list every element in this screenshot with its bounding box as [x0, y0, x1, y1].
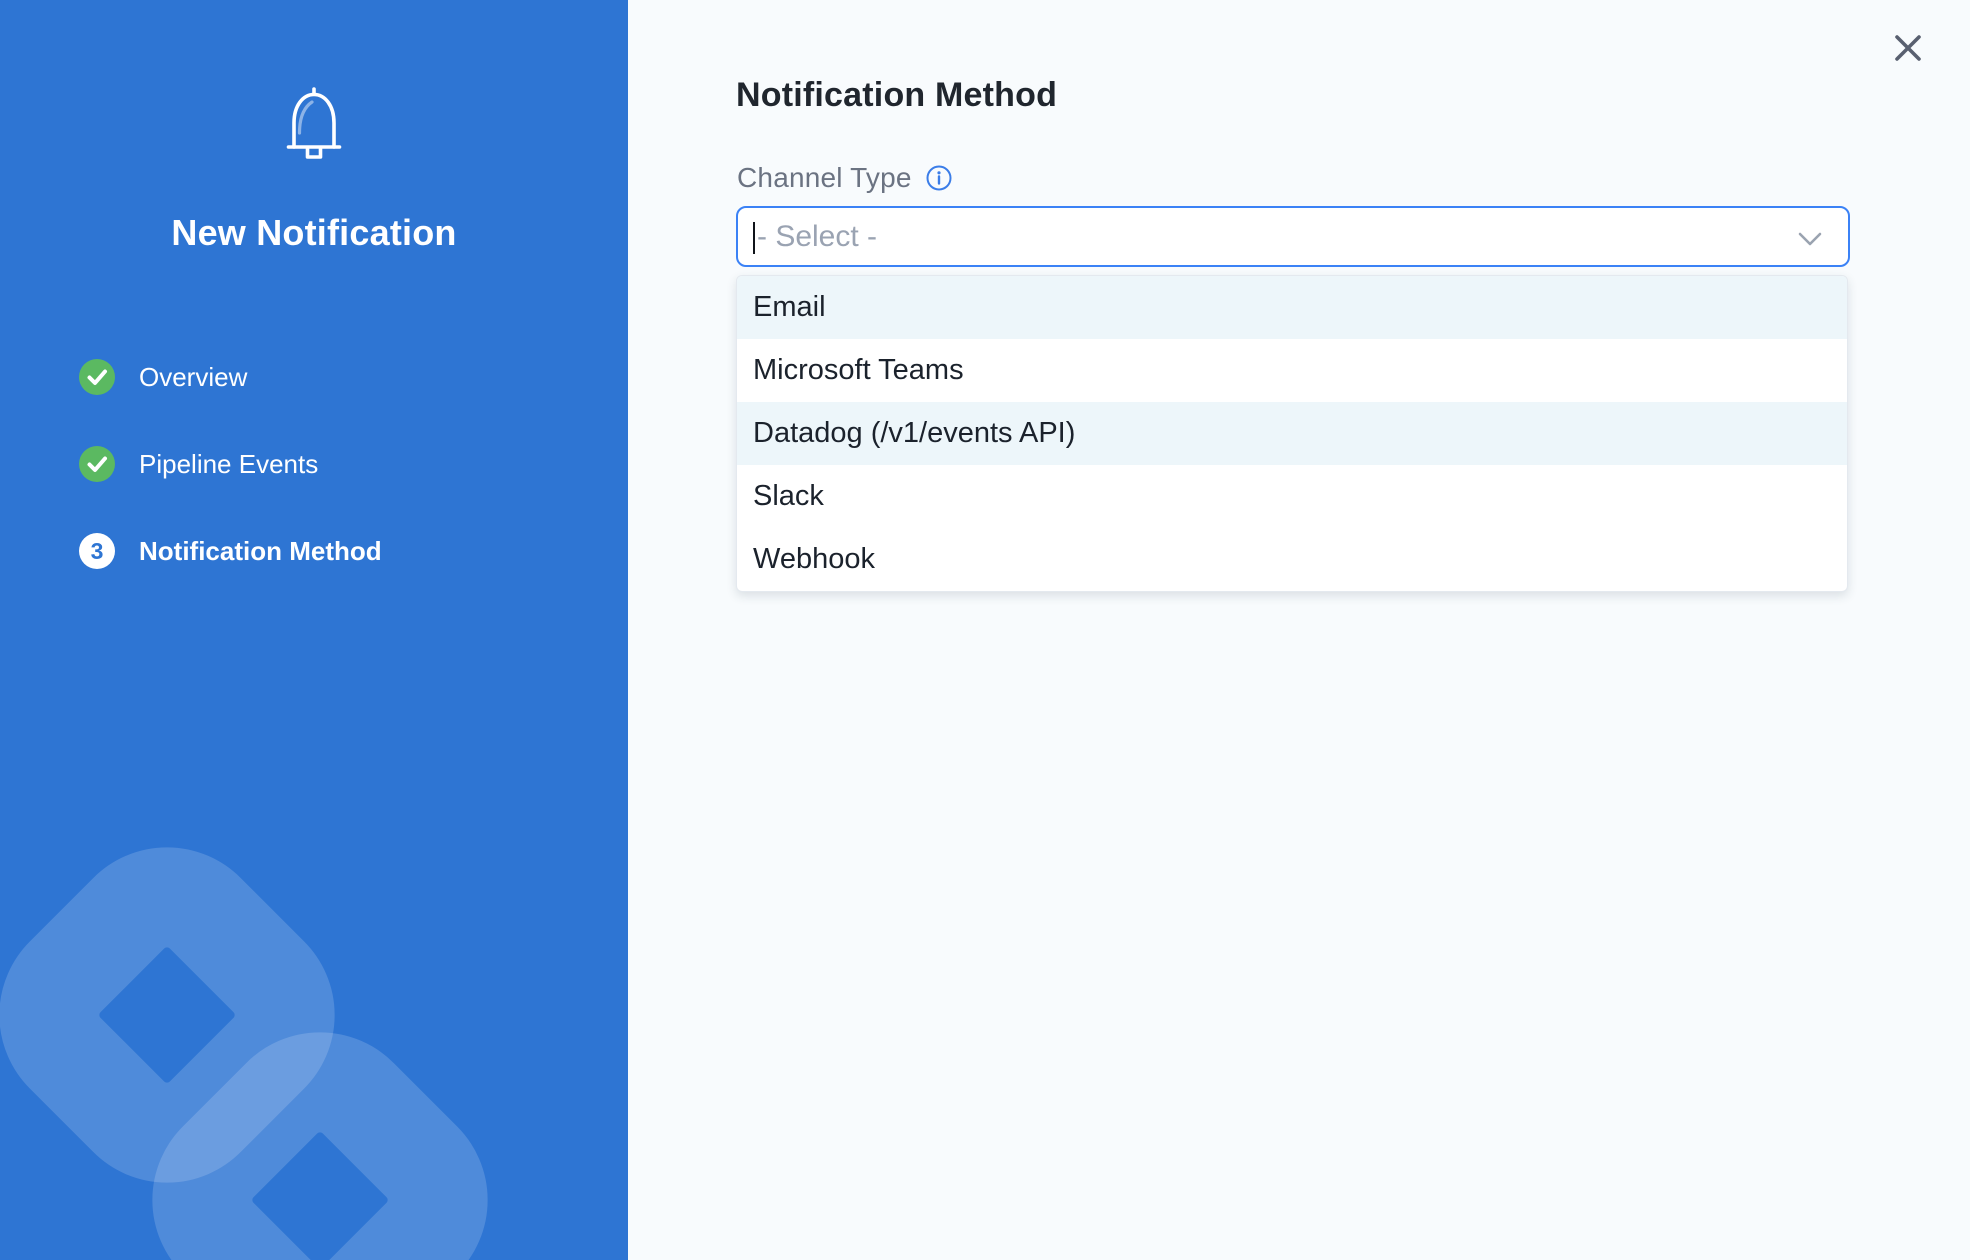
wizard-sidebar: New Notification Overview: [0, 0, 628, 1260]
check-icon: [79, 469, 115, 486]
check-icon: [79, 382, 115, 399]
close-icon: [1893, 33, 1923, 63]
step-label: Pipeline Events: [139, 449, 318, 480]
channel-type-label: Channel Type: [737, 162, 912, 194]
channel-type-select[interactable]: - Select -: [736, 206, 1850, 267]
step-item[interactable]: 3 Notification Method: [79, 533, 382, 569]
step-status-badge: [79, 359, 115, 395]
channel-type-field-label: Channel Type: [737, 162, 952, 194]
page-title: Notification Method: [736, 76, 1057, 115]
dropdown-option[interactable]: Microsoft Teams: [737, 339, 1847, 402]
bell-icon: [0, 86, 628, 169]
step-status-badge: 3: [79, 533, 115, 569]
step-list: Overview Pipeline Events: [79, 359, 382, 620]
brand-watermark: [0, 0, 628, 1260]
step-label: Overview: [139, 362, 247, 393]
notification-method-panel: Notification Method Channel Type - Selec…: [628, 0, 1970, 1260]
dropdown-option[interactable]: Webhook: [737, 528, 1847, 591]
sidebar-title: New Notification: [0, 212, 628, 254]
step-item[interactable]: Pipeline Events: [79, 446, 382, 482]
info-icon: [926, 165, 952, 191]
step-status-badge: [79, 446, 115, 482]
close-button[interactable]: [1882, 22, 1934, 74]
dropdown-option[interactable]: Slack: [737, 465, 1847, 528]
dropdown-option[interactable]: Datadog (/v1/events API): [737, 402, 1847, 465]
select-placeholder: - Select -: [738, 220, 877, 254]
chevron-down-icon: [1798, 232, 1822, 246]
step-label: Notification Method: [139, 536, 382, 567]
new-notification-modal: New Notification Overview: [0, 0, 1970, 1260]
channel-type-dropdown: Email Microsoft Teams Datadog (/v1/event…: [736, 275, 1848, 592]
step-item[interactable]: Overview: [79, 359, 382, 395]
step-number-badge: 3: [79, 533, 115, 569]
info-button[interactable]: [926, 165, 952, 191]
dropdown-option[interactable]: Email: [737, 276, 1847, 339]
text-cursor: [753, 222, 755, 254]
